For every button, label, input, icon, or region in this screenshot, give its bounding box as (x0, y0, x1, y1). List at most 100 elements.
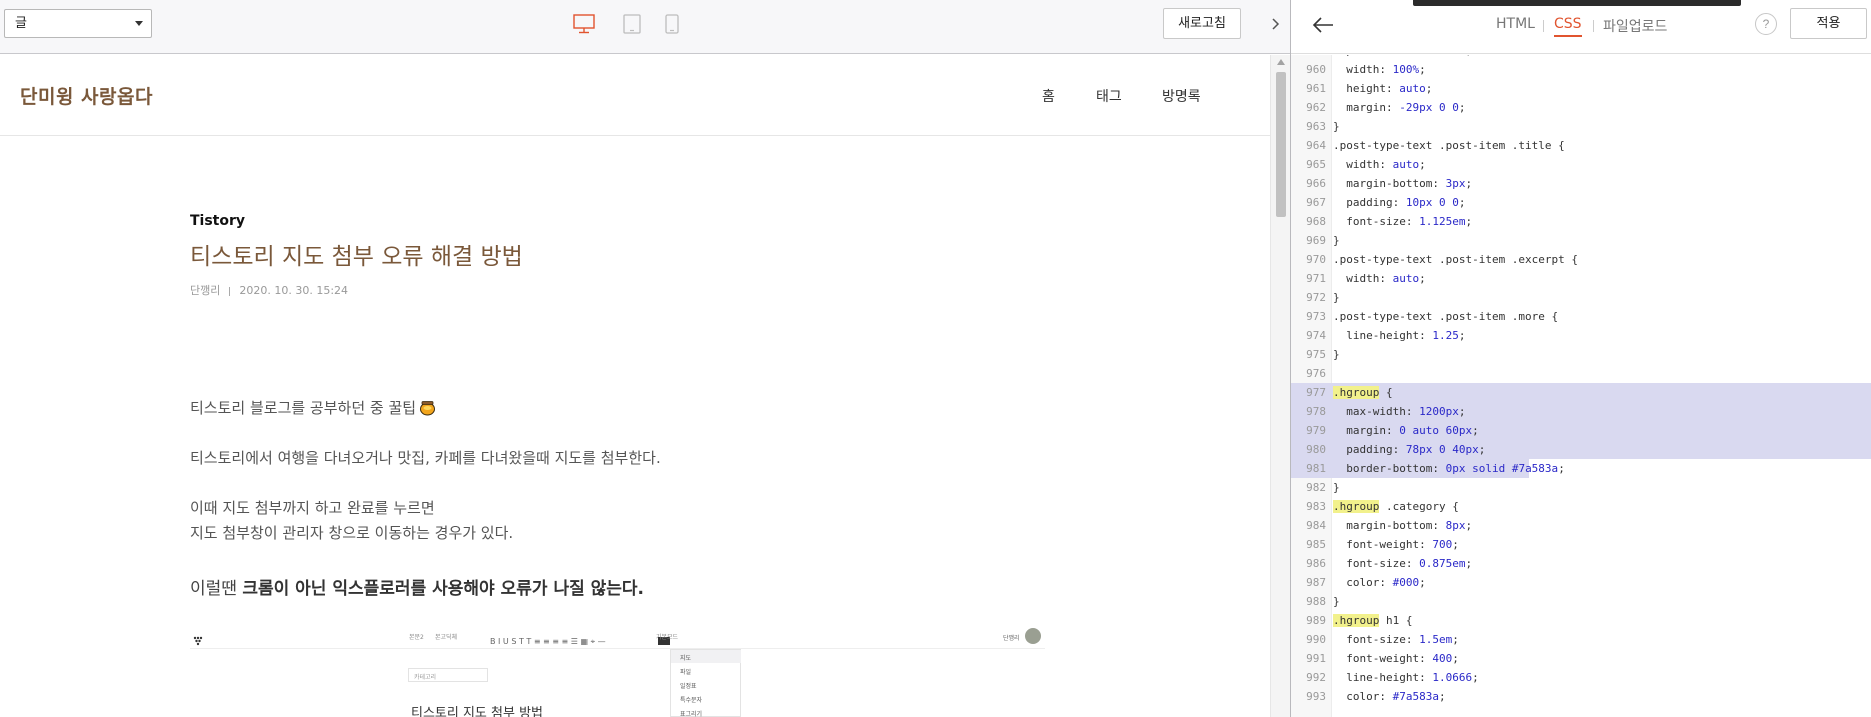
line-number: 962 (1306, 101, 1326, 114)
code-text: font-size: 0.875em; (1346, 557, 1473, 570)
embedded-attach-menu: 지도 파일 일정표 특수문자 표그리기 (670, 649, 741, 717)
line-number: 969 (1306, 234, 1326, 247)
code-line[interactable]: 960 width: 100%; (1291, 60, 1871, 79)
code-text: color: #000; (1346, 576, 1426, 589)
meta-divider (229, 286, 231, 296)
code-line[interactable]: 984 margin-bottom: 8px; (1291, 516, 1871, 535)
code-line[interactable]: 968 font-size: 1.125em; (1291, 212, 1871, 231)
code-line[interactable]: 969} (1291, 231, 1871, 250)
post-paragraph: 이때 지도 첨부까지 하고 완료를 누르면 (190, 499, 435, 517)
line-number: 992 (1306, 671, 1326, 684)
code-line[interactable]: 965 width: auto; (1291, 155, 1871, 174)
back-arrow-icon[interactable] (1311, 15, 1335, 39)
embedded-category-select: 카테고리 (408, 668, 488, 682)
code-text: .hgroup h1 { (1333, 614, 1413, 627)
code-line[interactable]: 974 line-height: 1.25; (1291, 326, 1871, 345)
apply-button[interactable]: 적용 (1790, 8, 1867, 39)
code-text: width: auto; (1346, 272, 1426, 285)
code-line[interactable]: 972} (1291, 288, 1871, 307)
code-line[interactable]: 964 .post-type-text .post-item .title { (1291, 136, 1871, 155)
code-line[interactable]: 977 .hgroup { (1291, 383, 1871, 402)
code-line[interactable]: 976 (1291, 364, 1871, 383)
site-title[interactable]: 단미윙 사랑옵다 (20, 82, 153, 109)
code-line[interactable]: 988} (1291, 592, 1871, 611)
code-line[interactable]: 973 .post-type-text .post-item .more { (1291, 307, 1871, 326)
line-number: 977 (1306, 386, 1326, 399)
code-text: margin-bottom: 8px; (1346, 519, 1473, 532)
tab-css[interactable]: CSS (1554, 16, 1582, 37)
code-text: margin: -29px 0 0; (1346, 101, 1466, 114)
code-line[interactable]: 993 color: #7a583a; (1291, 687, 1871, 706)
code-text: margin-bottom: 3px; (1346, 177, 1473, 190)
code-line[interactable]: 963} (1291, 117, 1871, 136)
line-number: 973 (1306, 310, 1326, 323)
nav-item-guestbook[interactable]: 방명록 (1162, 86, 1201, 106)
code-line[interactable]: 986 font-size: 0.875em; (1291, 554, 1871, 573)
code-panel-header: HTML CSS 파일업로드 (1291, 0, 1871, 54)
menu-item: 일정표 (680, 683, 697, 690)
code-line[interactable]: 987 color: #000; (1291, 573, 1871, 592)
line-number: 967 (1306, 196, 1326, 209)
code-text: font-weight: 700; (1346, 538, 1459, 551)
code-line[interactable]: 979 margin: 0 auto 60px; (1291, 421, 1871, 440)
scroll-up-icon[interactable] (1277, 59, 1285, 65)
code-text: } (1333, 291, 1340, 304)
code-line[interactable]: 975} (1291, 345, 1871, 364)
menu-item: 표그리기 (680, 711, 703, 717)
post-paragraph: 티스토리 블로그를 공부하던 중 꿀팁 (190, 397, 436, 418)
line-number: 979 (1306, 424, 1326, 437)
scrollbar-thumb[interactable] (1276, 72, 1286, 217)
line-number: 963 (1306, 120, 1326, 133)
line-number: 988 (1306, 595, 1326, 608)
tab-divider (1593, 20, 1594, 32)
nav-item-tag[interactable]: 태그 (1096, 86, 1122, 106)
code-line[interactable]: 992 line-height: 1.0666; (1291, 668, 1871, 687)
menu-item: 특수문자 (680, 697, 703, 704)
code-line[interactable]: 962 margin: -29px 0 0; (1291, 98, 1871, 117)
embedded-post-title: 티스토리 지도 첨부 방법 (411, 706, 543, 717)
line-number: 984 (1306, 519, 1326, 532)
line-number: 975 (1306, 348, 1326, 361)
refresh-button[interactable]: 새로고침 (1163, 8, 1241, 39)
code-line[interactable]: 970 .post-type-text .post-item .excerpt { (1291, 250, 1871, 269)
code-line[interactable]: 983 .hgroup .category { (1291, 497, 1871, 516)
chevron-right-icon[interactable] (1264, 14, 1286, 34)
post-category[interactable]: Tistory (190, 213, 245, 229)
code-line[interactable]: 989 .hgroup h1 { (1291, 611, 1871, 630)
code-text: margin: 0 auto 60px; (1346, 424, 1479, 437)
code-line[interactable]: 985 font-weight: 700; (1291, 535, 1871, 554)
tab-html[interactable]: HTML (1496, 16, 1535, 32)
mobile-icon[interactable] (665, 14, 679, 38)
code-line[interactable]: 981 border-bottom: 0px solid #7a583a; (1291, 459, 1565, 478)
preview-scrollbar[interactable] (1270, 55, 1290, 717)
honey-pot-emoji-icon (419, 399, 436, 416)
line-number: 980 (1306, 443, 1326, 456)
tablet-icon[interactable] (623, 14, 641, 38)
code-line[interactable]: 967 padding: 10px 0 0; (1291, 193, 1871, 212)
code-text: } (1333, 120, 1340, 133)
line-number: 960 (1306, 63, 1326, 76)
code-line[interactable]: 982} (1291, 478, 1871, 497)
line-number: 991 (1306, 652, 1326, 665)
blog-header: 단미윙 사랑옵다 홈 태그 방명록 (0, 55, 1270, 136)
nav-item-home[interactable]: 홈 (1042, 86, 1055, 106)
code-line[interactable]: 980 padding: 78px 0 40px; (1291, 440, 1871, 459)
code-text: .post-type-text .post-item .excerpt { (1333, 253, 1579, 266)
code-line[interactable]: 990 font-size: 1.5em; (1291, 630, 1871, 649)
css-code-editor[interactable]: 959 position: relative;960 width: 100%;9… (1291, 55, 1871, 717)
code-line[interactable]: 991 font-weight: 400; (1291, 649, 1871, 668)
code-line[interactable]: 961 height: auto; (1291, 79, 1871, 98)
line-number: 965 (1306, 158, 1326, 171)
highlight-prefix: 이럴땐 (190, 579, 243, 599)
desktop-icon[interactable] (573, 14, 595, 38)
help-button[interactable]: ? (1755, 13, 1777, 35)
line-number: 966 (1306, 177, 1326, 190)
embedded-user-name: 단깽리 (1003, 635, 1020, 642)
embedded-toolbar-item: 본고딕체 (435, 634, 458, 641)
code-line[interactable]: 978 max-width: 1200px; (1291, 402, 1871, 421)
tab-file-upload[interactable]: 파일업로드 (1603, 16, 1667, 36)
code-line[interactable]: 966 margin-bottom: 3px; (1291, 174, 1871, 193)
skin-page-select[interactable]: 글 (4, 9, 152, 38)
code-line[interactable]: 971 width: auto; (1291, 269, 1871, 288)
menu-item: 지도 (680, 655, 692, 662)
